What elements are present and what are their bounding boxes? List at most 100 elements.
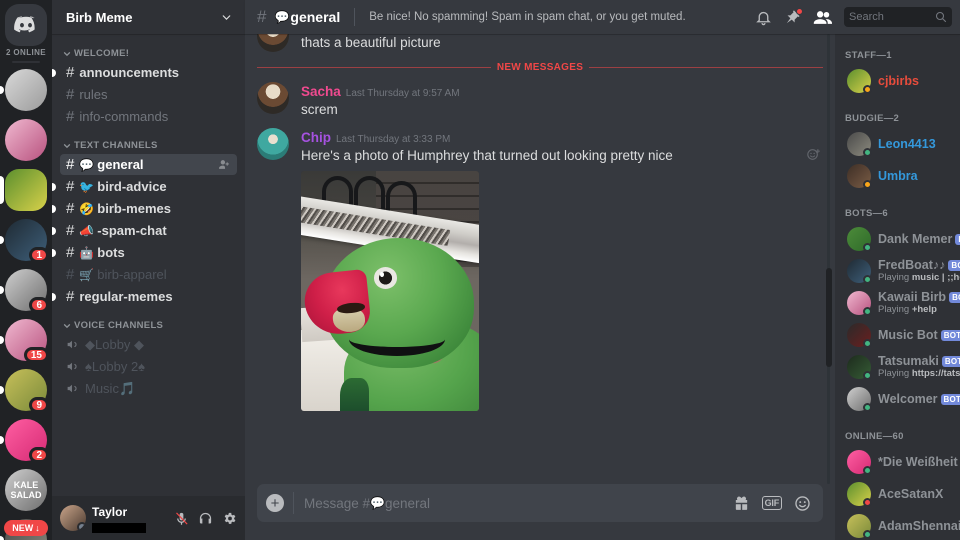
- unread-indicator: [52, 204, 56, 213]
- server-icon-blonde-server[interactable]: [5, 119, 47, 161]
- gift-icon[interactable]: [733, 495, 750, 512]
- member-info: Welcomer BOT: [878, 392, 960, 406]
- channel-regular-memes[interactable]: # regular-memes: [52, 286, 237, 307]
- member-AceSatanX[interactable]: AceSatanX: [837, 478, 958, 510]
- message-header: Chip Last Thursday at 3:33 PM: [301, 128, 823, 147]
- server-avatar[interactable]: [5, 69, 47, 111]
- add-reaction-icon[interactable]: [806, 147, 821, 162]
- bell-icon[interactable]: [755, 9, 772, 26]
- member-Leon4413[interactable]: Leon4413: [837, 128, 958, 160]
- channel-bots[interactable]: # 🤖 bots: [52, 242, 237, 263]
- channel-birb-apparel[interactable]: # 🛒 birb-apparel: [60, 264, 237, 285]
- message-input[interactable]: Message # 💬 general: [294, 496, 733, 511]
- avatar[interactable]: [60, 505, 86, 531]
- home-button[interactable]: [5, 4, 47, 46]
- search-input[interactable]: [849, 11, 931, 23]
- server-avatar[interactable]: [5, 119, 47, 161]
- gif-button[interactable]: GIF: [761, 496, 782, 510]
- member-DieWeiheit[interactable]: *Die Weißheit: [837, 446, 958, 478]
- server-icon-glasses-server[interactable]: 1: [0, 219, 49, 263]
- member-cjbirbs[interactable]: cjbirbs: [837, 65, 958, 97]
- unread-pill: [0, 236, 4, 244]
- member-group-header: BOTS—6: [845, 208, 888, 219]
- new-messages-divider: NEW MESSAGES: [257, 62, 824, 73]
- channel-birb-memes[interactable]: # 🤣 birb-memes: [52, 198, 237, 219]
- channel-name-text: general: [290, 9, 341, 25]
- member-list[interactable]: STAFF—1 cjbirbs BUDGIE—2 Leon4413 Umbra BOTS—…: [835, 34, 960, 540]
- channel-category-0[interactable]: WELCOME!: [52, 48, 245, 61]
- avatar: [847, 227, 872, 252]
- message-header: Sacha Last Thursday at 9:57 AM: [301, 82, 823, 101]
- user-panel: Taylor: [52, 496, 245, 540]
- status-indicator: [863, 148, 872, 157]
- member-Umbra[interactable]: Umbra: [837, 160, 958, 192]
- microphone-muted-icon[interactable]: [174, 511, 189, 526]
- member-MusicBot[interactable]: Music Bot BOT: [837, 319, 960, 351]
- add-member-icon[interactable]: [218, 158, 231, 171]
- status-indicator: [863, 243, 872, 252]
- message-scrollbar[interactable]: [825, 34, 833, 484]
- channel-list[interactable]: WELCOME! # announcements # rules # info-comman…: [52, 34, 245, 496]
- message-author[interactable]: Sacha: [301, 84, 341, 99]
- message-scroll[interactable]: thats a beautiful picture NEW MESSAGES S…: [245, 34, 835, 484]
- hash-icon: #: [66, 86, 75, 103]
- message-attachment-image[interactable]: [301, 171, 479, 412]
- message-text: Here's a photo of Humphrey that turned o…: [301, 148, 673, 164]
- user-identity[interactable]: Taylor: [92, 503, 168, 533]
- server-rail[interactable]: 2 ONLINE 161592KALE SALAD9 NEW ↓: [0, 0, 52, 540]
- member-info: Leon4413: [878, 137, 950, 151]
- member-FredBoat[interactable]: FredBoat♪♪BOTPlaying music | ;;help: [837, 255, 960, 287]
- server-icon-collage-server[interactable]: 6: [0, 269, 49, 313]
- member-KawaiiBirb[interactable]: Kawaii BirbBOTPlaying +help: [837, 287, 960, 319]
- server-icon-pink-server[interactable]: 2: [0, 419, 49, 463]
- channel-category-1[interactable]: TEXT CHANNELS: [52, 128, 245, 153]
- server-initials: KALE SALAD: [10, 480, 42, 500]
- composer-box[interactable]: + Message # 💬 general GIF: [257, 484, 823, 522]
- server-avatar[interactable]: KALE SALAD: [5, 469, 47, 511]
- channel-info-commands[interactable]: # info-commands: [60, 106, 237, 127]
- avatar[interactable]: [257, 34, 289, 52]
- channel-category-2[interactable]: VOICE CHANNELS: [52, 308, 245, 333]
- add-attachment-icon[interactable]: +: [257, 494, 293, 512]
- search-box[interactable]: [844, 7, 952, 27]
- server-avatar[interactable]: [5, 169, 47, 211]
- avatar[interactable]: [257, 128, 289, 161]
- voice-channel-Lobby2[interactable]: ♠Lobby 2♠: [60, 356, 237, 377]
- server-icon-reddit-server[interactable]: [0, 69, 47, 111]
- server-icon-birb-meme-server[interactable]: [0, 169, 47, 211]
- unread-indicator: [52, 292, 56, 301]
- server-icon-anime-girl-server[interactable]: 15: [0, 319, 49, 363]
- unread-pill: [0, 536, 4, 540]
- gear-icon[interactable]: [222, 511, 237, 526]
- guild-header[interactable]: Birb Meme: [52, 0, 245, 34]
- member-info: AceSatanX: [878, 487, 950, 501]
- avatar[interactable]: [257, 82, 289, 114]
- channel--spam-chat[interactable]: # 📣 -spam-chat: [52, 220, 237, 241]
- server-icon-kale-salad-server[interactable]: KALE SALAD: [5, 469, 47, 511]
- voice-channel-Music[interactable]: Music🎵: [60, 378, 237, 399]
- chevron-down-icon: [63, 143, 71, 148]
- channel-bird-advice[interactable]: # 🐦 bird-advice: [52, 176, 237, 197]
- voice-channel-Lobby[interactable]: ◆Lobby ◆: [60, 334, 237, 355]
- pin-icon[interactable]: [784, 7, 803, 26]
- scrollbar-thumb[interactable]: [826, 268, 832, 367]
- member-Tatsumaki[interactable]: TatsumakiBOTPlaying https://tatsu: [837, 351, 960, 383]
- headphones-icon[interactable]: [198, 511, 213, 526]
- rail-divider: [12, 61, 40, 63]
- member-AdamShennai[interactable]: AdamShennai: [837, 510, 960, 540]
- user-panel-controls: [174, 511, 237, 526]
- channel-label: regular-memes: [79, 289, 173, 304]
- channel-announcements[interactable]: # announcements: [52, 62, 237, 83]
- status-indicator: [863, 371, 872, 380]
- new-servers-pill[interactable]: NEW ↓: [4, 520, 48, 536]
- member-DankMemer[interactable]: Dank MemerBOT: [837, 223, 960, 255]
- member-group-header: BUDGIE—2: [845, 113, 900, 124]
- green-parrot-photo: [301, 171, 479, 412]
- channel-rules[interactable]: # rules: [60, 84, 237, 105]
- server-icon-toga-server[interactable]: 9: [0, 369, 49, 413]
- members-icon[interactable]: [813, 8, 832, 27]
- member-Welcomer[interactable]: Welcomer BOT: [837, 383, 960, 415]
- message-author[interactable]: Chip: [301, 130, 331, 145]
- emoji-icon[interactable]: [794, 495, 811, 512]
- channel-general[interactable]: # 💬 general: [60, 154, 237, 175]
